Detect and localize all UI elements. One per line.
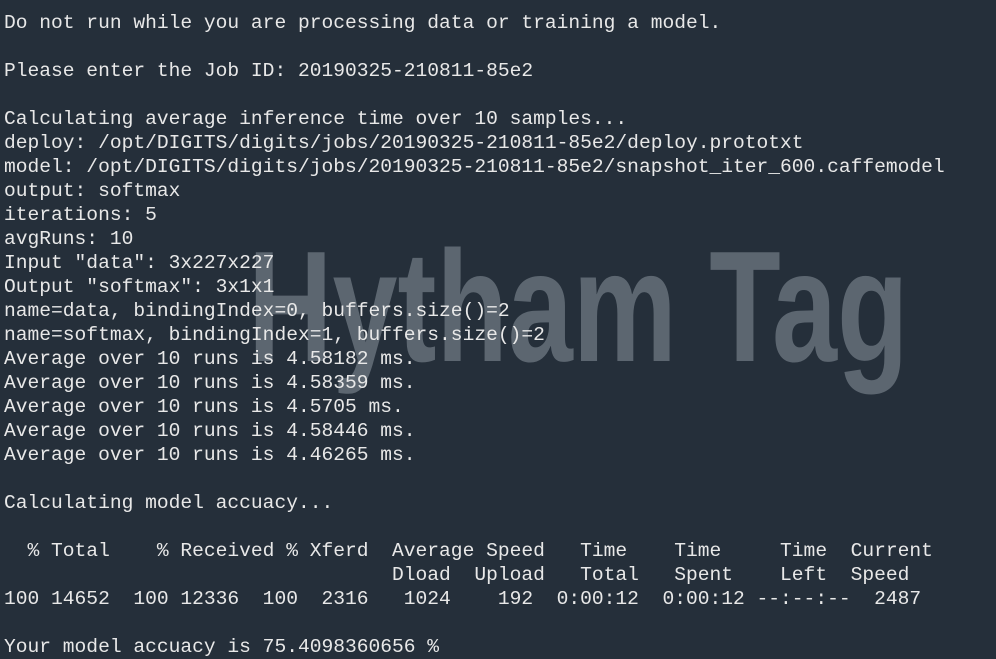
terminal-line: Dload Upload Total Spent Left Speed (4, 564, 910, 586)
terminal-line: 100 14652 100 12336 100 2316 1024 192 0:… (4, 588, 922, 610)
terminal-line: Do not run while you are processing data… (4, 12, 722, 34)
terminal-line: Calculating average inference time over … (4, 108, 628, 130)
terminal-line: name=data, bindingIndex=0, buffers.size(… (4, 300, 510, 322)
terminal-output[interactable]: Do not run while you are processing data… (4, 11, 945, 659)
terminal-line: output: softmax (4, 180, 181, 202)
terminal-line: Calculating model accuacy... (4, 492, 334, 514)
terminal-line: Input "data": 3x227x227 (4, 252, 275, 274)
terminal-line: Average over 10 runs is 4.58182 ms. (4, 348, 416, 370)
terminal-line: iterations: 5 (4, 204, 157, 226)
terminal-line: deploy: /opt/DIGITS/digits/jobs/20190325… (4, 132, 804, 154)
terminal-line: name=softmax, bindingIndex=1, buffers.si… (4, 324, 545, 346)
terminal-line: Your model accuacy is 75.4098360656 % (4, 636, 440, 658)
terminal-line: Average over 10 runs is 4.58446 ms. (4, 420, 416, 442)
terminal-line: % Total % Received % Xferd Average Speed… (4, 540, 933, 562)
terminal-line: avgRuns: 10 (4, 228, 134, 250)
terminal-line: Please enter the Job ID: 20190325-210811… (4, 60, 534, 82)
terminal-line: model: /opt/DIGITS/digits/jobs/20190325-… (4, 156, 945, 178)
terminal-line: Average over 10 runs is 4.46265 ms. (4, 444, 416, 466)
terminal-line: Average over 10 runs is 4.58359 ms. (4, 372, 416, 394)
terminal-line: Average over 10 runs is 4.5705 ms. (4, 396, 404, 418)
terminal-line: Output "softmax": 3x1x1 (4, 276, 275, 298)
